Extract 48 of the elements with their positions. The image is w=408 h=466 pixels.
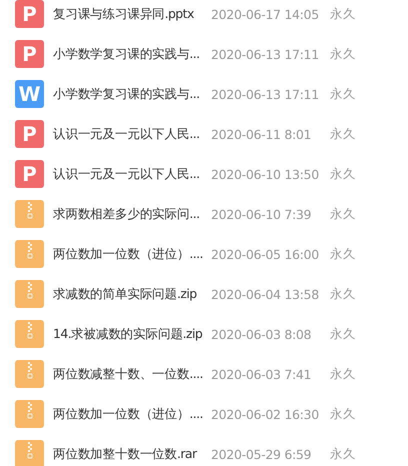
file-name[interactable]: 两位数加一位数（进位）.... — [53, 246, 211, 262]
file-date: 2020-05-29 6:59 — [211, 446, 312, 462]
file-date: 2020-06-17 14:05 — [211, 6, 320, 22]
file-date: 2020-06-03 8:08 — [211, 326, 312, 342]
presentation-file-icon: P — [15, 160, 44, 188]
archive-file-icon — [15, 360, 44, 388]
expiry-text: 永久 — [330, 446, 356, 462]
presentation-file-icon: P — [15, 40, 44, 68]
file-date: 2020-06-05 16:00 — [211, 246, 320, 262]
archive-file-icon — [15, 280, 44, 308]
expiry-text: 永久 — [330, 166, 356, 182]
expiry-text: 永久 — [330, 6, 356, 22]
archive-file-icon — [15, 440, 44, 466]
file-date: 2020-06-13 17:11 — [211, 86, 320, 102]
file-name[interactable]: 两位数加一位数（进位）.... — [53, 406, 211, 422]
expiry-text: 永久 — [330, 206, 356, 222]
file-name[interactable]: 两位数减整十数、一位数.... — [53, 366, 211, 382]
presentation-file-icon: P — [15, 0, 44, 28]
file-name[interactable]: 求两数相差多少的实际问... — [53, 206, 211, 222]
file-name[interactable]: 认识一元及一元以下人民... — [53, 166, 211, 182]
expiry-text: 永久 — [330, 366, 356, 382]
expiry-text: 永久 — [330, 246, 356, 262]
file-date: 2020-06-10 13:50 — [211, 166, 320, 182]
file-name[interactable]: 两位数加整十数一位数.rar — [53, 446, 211, 462]
archive-file-icon — [15, 200, 44, 228]
file-date: 2020-06-04 13:58 — [211, 286, 320, 302]
file-name[interactable]: 小学数学复习课的实践与... — [53, 86, 211, 102]
expiry-text: 永久 — [330, 46, 356, 62]
file-date: 2020-06-02 16:30 — [211, 406, 320, 422]
file-date: 2020-06-03 7:41 — [211, 366, 312, 382]
presentation-file-icon: P — [15, 120, 44, 148]
file-name[interactable]: 求减数的简单实际问题.zip — [53, 286, 211, 302]
file-name[interactable]: 复习课与练习课异同.pptx — [53, 6, 211, 22]
expiry-text: 永久 — [330, 86, 356, 102]
file-name[interactable]: 14.求被减数的实际问题.zip — [53, 326, 211, 342]
archive-file-icon — [15, 400, 44, 428]
archive-file-icon — [15, 240, 44, 268]
file-name[interactable]: 小学数学复习课的实践与... — [53, 46, 211, 62]
document-file-icon: W — [15, 80, 44, 108]
file-name[interactable]: 认识一元及一元以下人民... — [53, 126, 211, 142]
archive-file-icon — [15, 320, 44, 348]
expiry-text: 永久 — [330, 126, 356, 142]
expiry-text: 永久 — [330, 326, 356, 342]
expiry-text: 永久 — [330, 406, 356, 422]
file-date: 2020-06-11 8:01 — [211, 126, 312, 142]
file-date: 2020-06-10 7:39 — [211, 206, 312, 222]
expiry-text: 永久 — [330, 286, 356, 302]
file-date: 2020-06-13 17:11 — [211, 46, 320, 62]
